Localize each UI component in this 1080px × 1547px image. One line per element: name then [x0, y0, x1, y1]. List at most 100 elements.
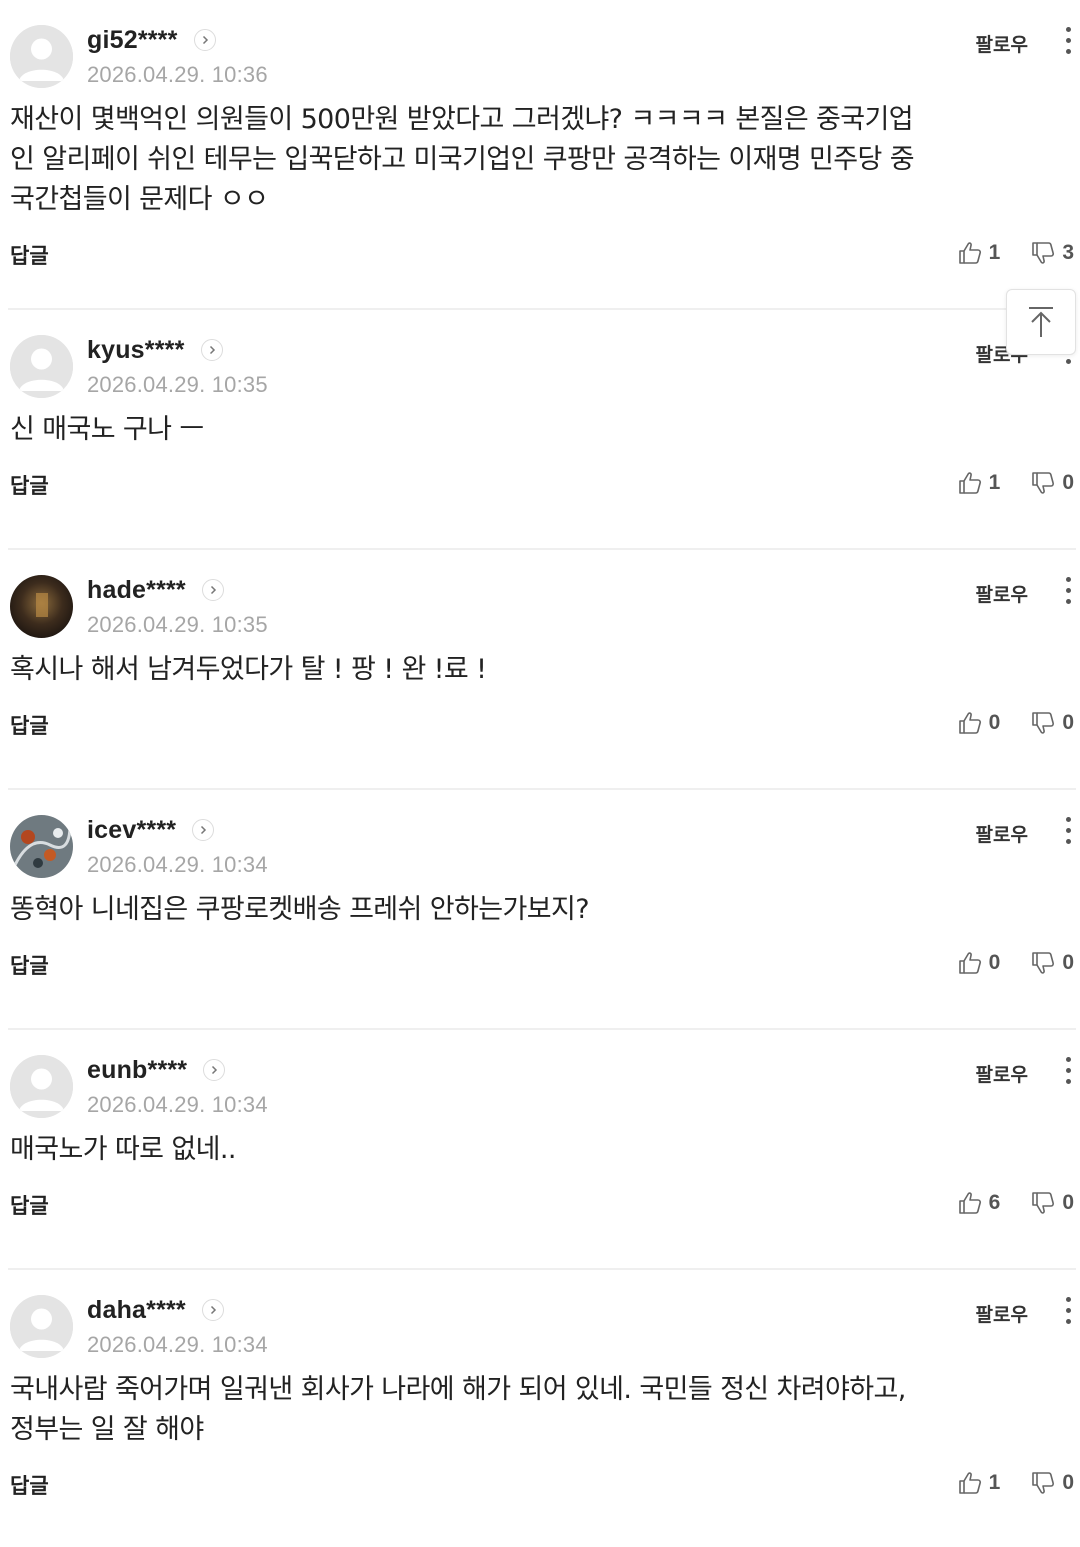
follow-button[interactable]: 팔로우: [976, 820, 1028, 847]
comment-footer: 답글 0 0: [10, 690, 1080, 776]
timestamp: 2026.04.29. 10:34: [87, 1332, 268, 1357]
timestamp: 2026.04.29. 10:34: [87, 1092, 268, 1117]
dislike-button[interactable]: 3: [1030, 240, 1074, 266]
username[interactable]: daha****: [87, 1296, 186, 1325]
like-button[interactable]: 0: [957, 950, 1001, 976]
comment-header: hade**** 2026.04.29. 10:35 팔로우: [10, 550, 1080, 650]
username-row: eunb****: [87, 1055, 226, 1085]
comment-header: daha**** 2026.04.29. 10:34 팔로우: [10, 1270, 1080, 1370]
avatar[interactable]: [10, 815, 73, 878]
comment-header: kyus**** 2026.04.29. 10:35 팔로우: [10, 310, 1080, 410]
thumbs-down-icon: [1032, 1472, 1055, 1494]
thumbs-up-icon: [958, 242, 981, 264]
more-options-button[interactable]: [1064, 577, 1072, 607]
follow-button[interactable]: 팔로우: [976, 30, 1028, 57]
dislike-count: 0: [1062, 951, 1074, 974]
dislike-button[interactable]: 0: [1030, 950, 1074, 976]
comment-text-line: 국내사람 죽어가며 일궈낸 회사가 나라에 해가 되어 있네. 국민들 정신 차…: [10, 1374, 906, 1405]
more-vertical-icon: [1065, 817, 1071, 822]
comment-footer: 답글 1 0: [10, 450, 1080, 536]
like-button[interactable]: 1: [957, 1470, 1001, 1496]
profile-link-button[interactable]: [203, 1059, 226, 1081]
reply-button[interactable]: 답글: [10, 710, 49, 740]
avatar[interactable]: [10, 25, 73, 88]
reply-button[interactable]: 답글: [10, 1470, 49, 1500]
scroll-to-top-button[interactable]: [1006, 289, 1076, 355]
comment-body: 신 매국노 구나 ㅡ: [10, 410, 1080, 450]
username[interactable]: hade****: [87, 576, 186, 605]
username[interactable]: gi52****: [87, 26, 178, 55]
vote-group: 6 0: [957, 1190, 1074, 1216]
vote-group: 0 0: [957, 710, 1074, 736]
profile-link-button[interactable]: [200, 339, 223, 361]
follow-button[interactable]: 팔로우: [976, 580, 1028, 607]
comment-header: eunb**** 2026.04.29. 10:34 팔로우: [10, 1030, 1080, 1130]
reply-button[interactable]: 답글: [10, 470, 49, 500]
more-options-button[interactable]: [1064, 817, 1072, 847]
comment-footer: 답글 1 0: [10, 1450, 1080, 1536]
comment-item: hade**** 2026.04.29. 10:35 팔로우 혹시나 해서 남겨…: [0, 550, 1080, 790]
reply-button[interactable]: 답글: [10, 950, 49, 980]
thumbs-down-icon: [1032, 472, 1055, 494]
comment-item: eunb**** 2026.04.29. 10:34 팔로우 매국노가 따로 없…: [0, 1030, 1080, 1270]
follow-button[interactable]: 팔로우: [976, 1300, 1028, 1327]
more-options-button[interactable]: [1064, 27, 1072, 57]
username[interactable]: icev****: [87, 816, 176, 845]
comment-text-line: 재산이 몇백억인 의원들이 500만원 받았다고 그러겠냐? ㅋㅋㅋㅋ 본질은 …: [10, 104, 914, 135]
dislike-button[interactable]: 0: [1030, 1470, 1074, 1496]
comment-text-line: 혹시나 해서 남겨두었다가 탈 ! 팡 ! 완 !료 !: [10, 654, 487, 685]
vote-group: 1 3: [957, 240, 1074, 266]
dislike-count: 0: [1062, 471, 1074, 494]
comment-item: kyus**** 2026.04.29. 10:35 팔로우 신 매국노 구나 …: [0, 310, 1080, 550]
profile-link-button[interactable]: [201, 1299, 224, 1321]
like-button[interactable]: 1: [957, 470, 1000, 496]
comment-footer: 답글 1 3: [10, 220, 1080, 306]
comment-header: gi52**** 2026.04.29. 10:36 팔로우: [10, 0, 1080, 100]
reply-button[interactable]: 답글: [10, 1190, 49, 1220]
more-options-button[interactable]: [1064, 1297, 1072, 1327]
like-count: 1: [988, 241, 1001, 264]
comment-item: icev**** 2026.04.29. 10:34 팔로우 똥혁아 니네집은 …: [0, 790, 1080, 1030]
thumbs-up-icon: [958, 1192, 981, 1214]
username-row: gi52****: [87, 25, 216, 55]
profile-link-button[interactable]: [193, 29, 216, 51]
thumbs-down-icon: [1032, 1192, 1055, 1214]
comment-text-line: 국간첩들이 문제다 ㅇㅇ: [10, 184, 269, 215]
dislike-button[interactable]: 0: [1030, 1190, 1074, 1216]
comment-text-line: 똥혁아 니네집은 쿠팡로켓배송 프레쉬 안하는가보지?: [10, 894, 590, 925]
comment-list: gi52**** 2026.04.29. 10:36 팔로우 재산이 몇백억인 …: [0, 0, 1080, 1547]
like-count: 0: [988, 711, 1001, 734]
dislike-button[interactable]: 0: [1030, 710, 1074, 736]
thumbs-up-icon: [958, 472, 981, 494]
more-options-button[interactable]: [1064, 1057, 1072, 1087]
dislike-button[interactable]: 0: [1030, 470, 1074, 496]
vote-group: 0 0: [957, 950, 1074, 976]
avatar-photo: [10, 815, 73, 878]
vote-group: 1 0: [957, 470, 1074, 496]
avatar[interactable]: [10, 335, 73, 398]
like-button[interactable]: 1: [957, 240, 1001, 266]
username[interactable]: kyus****: [87, 336, 185, 365]
chevron-right-icon: [210, 1305, 216, 1315]
like-button[interactable]: 0: [957, 710, 1001, 736]
dislike-count: 0: [1062, 711, 1074, 734]
like-count: 1: [988, 1471, 1001, 1494]
like-count: 0: [988, 951, 1001, 974]
comment-item: daha**** 2026.04.29. 10:34 팔로우 국내사람 죽어가며…: [0, 1270, 1080, 1547]
comment-body: 똥혁아 니네집은 쿠팡로켓배송 프레쉬 안하는가보지?: [10, 890, 1080, 930]
avatar[interactable]: [10, 1295, 73, 1358]
follow-button[interactable]: 팔로우: [976, 1060, 1028, 1087]
more-vertical-icon: [1065, 1297, 1071, 1302]
chevron-right-icon: [202, 35, 208, 45]
comment-text-line: 정부는 일 잘 해야: [10, 1414, 204, 1445]
avatar[interactable]: [10, 1055, 73, 1118]
username[interactable]: eunb****: [87, 1056, 187, 1085]
profile-link-button[interactable]: [192, 819, 215, 841]
dislike-count: 3: [1062, 241, 1074, 264]
avatar[interactable]: [10, 575, 73, 638]
like-button[interactable]: 6: [957, 1190, 1000, 1216]
reply-button[interactable]: 답글: [10, 240, 49, 270]
username-row: kyus****: [87, 335, 223, 365]
more-vertical-icon: [1065, 1057, 1071, 1062]
profile-link-button[interactable]: [201, 579, 224, 601]
